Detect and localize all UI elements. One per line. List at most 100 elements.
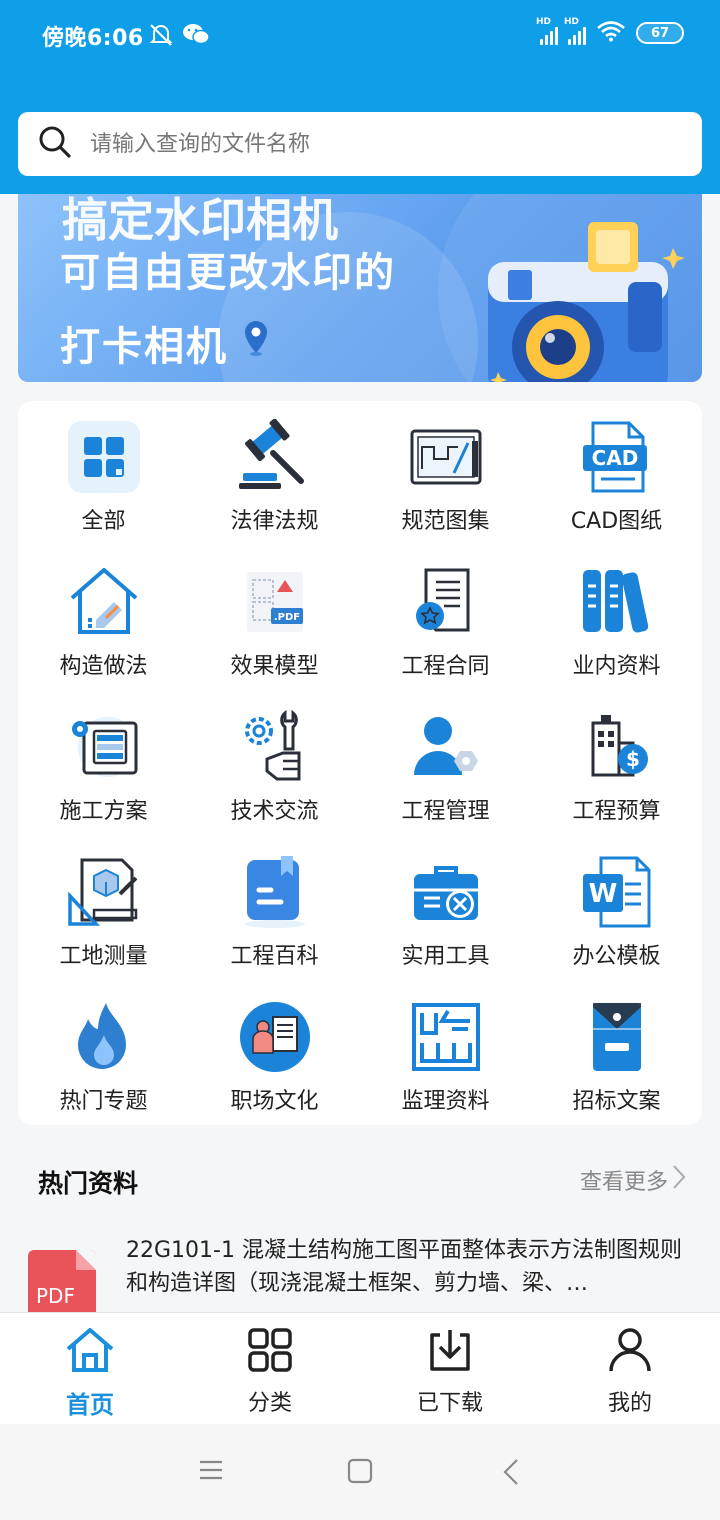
- camera-illustration-icon: [478, 212, 698, 382]
- pdf-badge-label: PDF: [36, 1284, 75, 1308]
- category-label: 规范图集: [401, 509, 490, 534]
- category-industry-info[interactable]: 业内资料: [531, 560, 702, 705]
- plan-board-icon: [66, 709, 142, 785]
- word-icon: W: [579, 854, 655, 930]
- category-office-templates[interactable]: W 办公模板: [531, 850, 702, 995]
- nav-label: 首页: [66, 1391, 114, 1419]
- home-square-icon[interactable]: [347, 1458, 373, 1488]
- nav-downloaded[interactable]: 已下载: [360, 1313, 540, 1424]
- category-workplace-culture[interactable]: 职场文化: [189, 995, 360, 1140]
- signal-hd-label-2: HD: [564, 17, 580, 27]
- category-supervision[interactable]: 监理资料: [360, 995, 531, 1140]
- category-tech-exchange[interactable]: 技术交流: [189, 705, 360, 850]
- gavel-icon: [237, 419, 313, 495]
- bell-muted-icon: [148, 22, 174, 52]
- home-icon: [65, 1327, 115, 1377]
- nav-label: 我的: [607, 1391, 652, 1416]
- workplace-icon: [237, 999, 313, 1075]
- category-grid-card: 全部 法律法规 规范图集 CAD CAD图纸 构造做法 .PDF 效果模型 工程…: [18, 401, 702, 1125]
- search-input[interactable]: [90, 131, 650, 157]
- list-item[interactable]: PDF 22G101-1 混凝土结构施工图平面整体表示方法制图规则和构造详图（现…: [0, 1232, 720, 1320]
- download-icon: [426, 1327, 474, 1377]
- banner-line2-text: 打卡相机: [60, 324, 228, 370]
- drawing-icon: [408, 419, 484, 495]
- cad-file-icon: CAD: [579, 419, 655, 495]
- category-label: CAD图纸: [570, 509, 663, 534]
- category-cad[interactable]: CAD CAD图纸: [531, 415, 702, 560]
- category-icon: [247, 1327, 293, 1377]
- contract-icon: [408, 564, 484, 640]
- view-more-link[interactable]: 查看更多: [580, 1164, 686, 1196]
- nav-me[interactable]: 我的: [540, 1313, 720, 1424]
- category-grid: 全部 法律法规 规范图集 CAD CAD图纸 构造做法 .PDF 效果模型 工程…: [18, 415, 702, 1140]
- category-eng-budget[interactable]: $ 工程预算: [531, 705, 702, 850]
- banner-line2: 打卡相机: [60, 314, 270, 372]
- system-nav-bar: [0, 1424, 720, 1520]
- category-tender[interactable]: 招标文案: [531, 995, 702, 1140]
- category-hot-topics[interactable]: 热门专题: [18, 995, 189, 1140]
- category-label: 监理资料: [401, 1089, 490, 1114]
- pdf-file-icon: PDF: [28, 1250, 96, 1320]
- category-site-survey[interactable]: 工地测量: [18, 850, 189, 995]
- hot-section-header: 热门资料 查看更多: [38, 1158, 686, 1202]
- hot-section-title: 热门资料: [38, 1169, 139, 1198]
- category-construction-method[interactable]: 构造做法: [18, 560, 189, 705]
- supervision-icon: [408, 999, 484, 1075]
- app-header: 傍晚6:06 HD HD 67: [0, 0, 720, 194]
- back-arrow-icon[interactable]: [502, 1458, 520, 1490]
- books-icon: [579, 564, 655, 640]
- category-label: 施工方案: [59, 799, 148, 824]
- nav-label: 已下载: [416, 1391, 483, 1416]
- signal-icon-2: HD: [564, 17, 586, 45]
- encyclopedia-icon: [237, 854, 313, 930]
- user-icon: [608, 1327, 652, 1377]
- nav-label: 分类: [247, 1391, 292, 1416]
- category-label: 工程百科: [230, 944, 319, 969]
- category-label: 效果模型: [230, 654, 319, 679]
- category-construction-plan[interactable]: 施工方案: [18, 705, 189, 850]
- category-label: 法律法规: [230, 509, 319, 534]
- search-bar[interactable]: [18, 112, 702, 176]
- pdf-model-icon: .PDF: [237, 564, 313, 640]
- measure-icon: [66, 854, 142, 930]
- document-title: 22G101-1 混凝土结构施工图平面整体表示方法制图规则和构造详图（现浇混凝土…: [126, 1238, 682, 1296]
- nav-home[interactable]: 首页: [0, 1313, 180, 1424]
- category-contract[interactable]: 工程合同: [360, 560, 531, 705]
- banner-line1: 可自由更改水印的: [60, 250, 396, 296]
- status-time: 傍晚6:06: [42, 26, 144, 51]
- category-encyclopedia[interactable]: 工程百科: [189, 850, 360, 995]
- category-all[interactable]: 全部: [18, 415, 189, 560]
- category-label: 构造做法: [59, 654, 148, 679]
- manager-icon: [408, 709, 484, 785]
- category-label: 工地测量: [59, 944, 148, 969]
- category-label: 实用工具: [401, 944, 490, 969]
- category-effect-model[interactable]: .PDF 效果模型: [189, 560, 360, 705]
- grid-icon: [66, 419, 142, 495]
- menu-icon[interactable]: [198, 1458, 224, 1486]
- category-label: 热门专题: [59, 1089, 148, 1114]
- category-laws[interactable]: 法律法规: [189, 415, 360, 560]
- category-label: 业内资料: [572, 654, 661, 679]
- location-pin-icon: [242, 319, 270, 367]
- category-label: 工程预算: [572, 799, 661, 824]
- svg-text:CAD: CAD: [591, 446, 638, 470]
- category-eng-management[interactable]: 工程管理: [360, 705, 531, 850]
- wifi-icon: [596, 20, 626, 46]
- battery-indicator: 67: [636, 22, 684, 44]
- category-label: 全部: [81, 509, 126, 534]
- fire-icon: [66, 999, 142, 1075]
- svg-text:$: $: [626, 747, 640, 771]
- budget-icon: $: [579, 709, 655, 785]
- category-label: 技术交流: [230, 799, 319, 824]
- category-tools[interactable]: 实用工具: [360, 850, 531, 995]
- signal-hd-label: HD: [536, 17, 552, 27]
- nav-category[interactable]: 分类: [180, 1313, 360, 1424]
- envelope-icon: [579, 999, 655, 1075]
- category-standards[interactable]: 规范图集: [360, 415, 531, 560]
- promo-banner[interactable]: 搞定水印相机 可自由更改水印的 打卡相机: [18, 182, 702, 382]
- signal-icon: HD: [536, 17, 558, 45]
- wrench-hand-icon: [237, 709, 313, 785]
- bottom-nav: 首页 分类 已下载 我的: [0, 1312, 720, 1424]
- house-icon: [66, 564, 142, 640]
- category-label: 工程管理: [401, 799, 490, 824]
